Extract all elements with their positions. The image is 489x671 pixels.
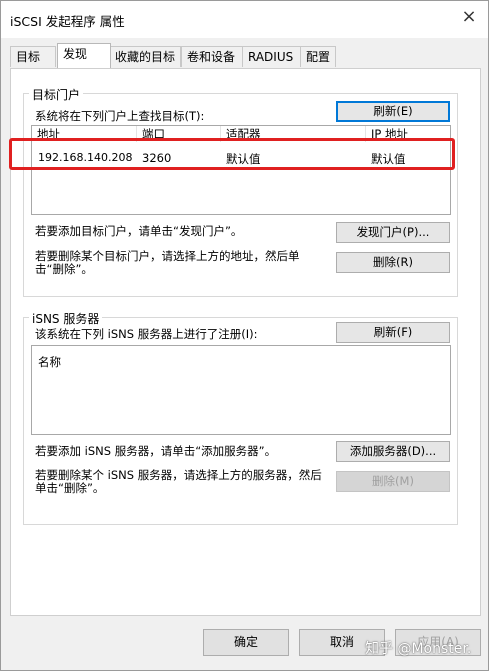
- tab-radius[interactable]: RADIUS: [242, 46, 302, 67]
- isns-servers-title: iSNS 服务器: [29, 310, 103, 327]
- column-header-name[interactable]: 名称: [38, 354, 61, 370]
- refresh-isns-button[interactable]: 刷新(F): [336, 322, 450, 343]
- tab-discovery[interactable]: 发现: [57, 43, 111, 68]
- portals-instruction: 系统将在下列门户上查找目标(T):: [35, 109, 205, 123]
- watermark: 知乎 @Monster.: [365, 641, 472, 657]
- refresh-portals-button[interactable]: 刷新(E): [336, 101, 450, 122]
- add-server-button[interactable]: 添加服务器(D)...: [336, 441, 450, 462]
- tab-favorite-targets[interactable]: 收藏的目标: [109, 46, 181, 67]
- close-icon[interactable]: ×: [460, 8, 478, 26]
- target-portals-title: 目标门户: [29, 86, 84, 103]
- discover-portal-button[interactable]: 发现门户(P)...: [336, 222, 450, 243]
- isns-instruction: 该系统在下列 iSNS 服务器上进行了注册(I):: [35, 327, 258, 341]
- tab-volumes-devices[interactable]: 卷和设备: [181, 46, 247, 67]
- add-portal-hint: 若要添加目标门户，请单击“发现门户”。: [35, 224, 243, 238]
- remove-isns-hint: 若要删除某个 iSNS 服务器，请选择上方的服务器，然后单击“删除”。: [35, 468, 322, 495]
- tab-configuration[interactable]: 配置: [300, 46, 336, 67]
- add-isns-hint: 若要添加 iSNS 服务器，请单击“添加服务器”。: [35, 444, 277, 458]
- ok-button[interactable]: 确定: [203, 629, 289, 656]
- highlight-box: [9, 138, 455, 170]
- remove-server-button[interactable]: 删除(M): [336, 471, 450, 492]
- isns-servers-list[interactable]: 名称: [31, 345, 451, 435]
- window-title: iSCSI 发起程序 属性: [10, 14, 125, 29]
- remove-portal-hint: 若要删除某个目标门户，请选择上方的地址，然后单击“删除”。: [35, 249, 300, 276]
- remove-portal-button[interactable]: 删除(R): [336, 252, 450, 273]
- tab-targets[interactable]: 目标: [10, 46, 56, 67]
